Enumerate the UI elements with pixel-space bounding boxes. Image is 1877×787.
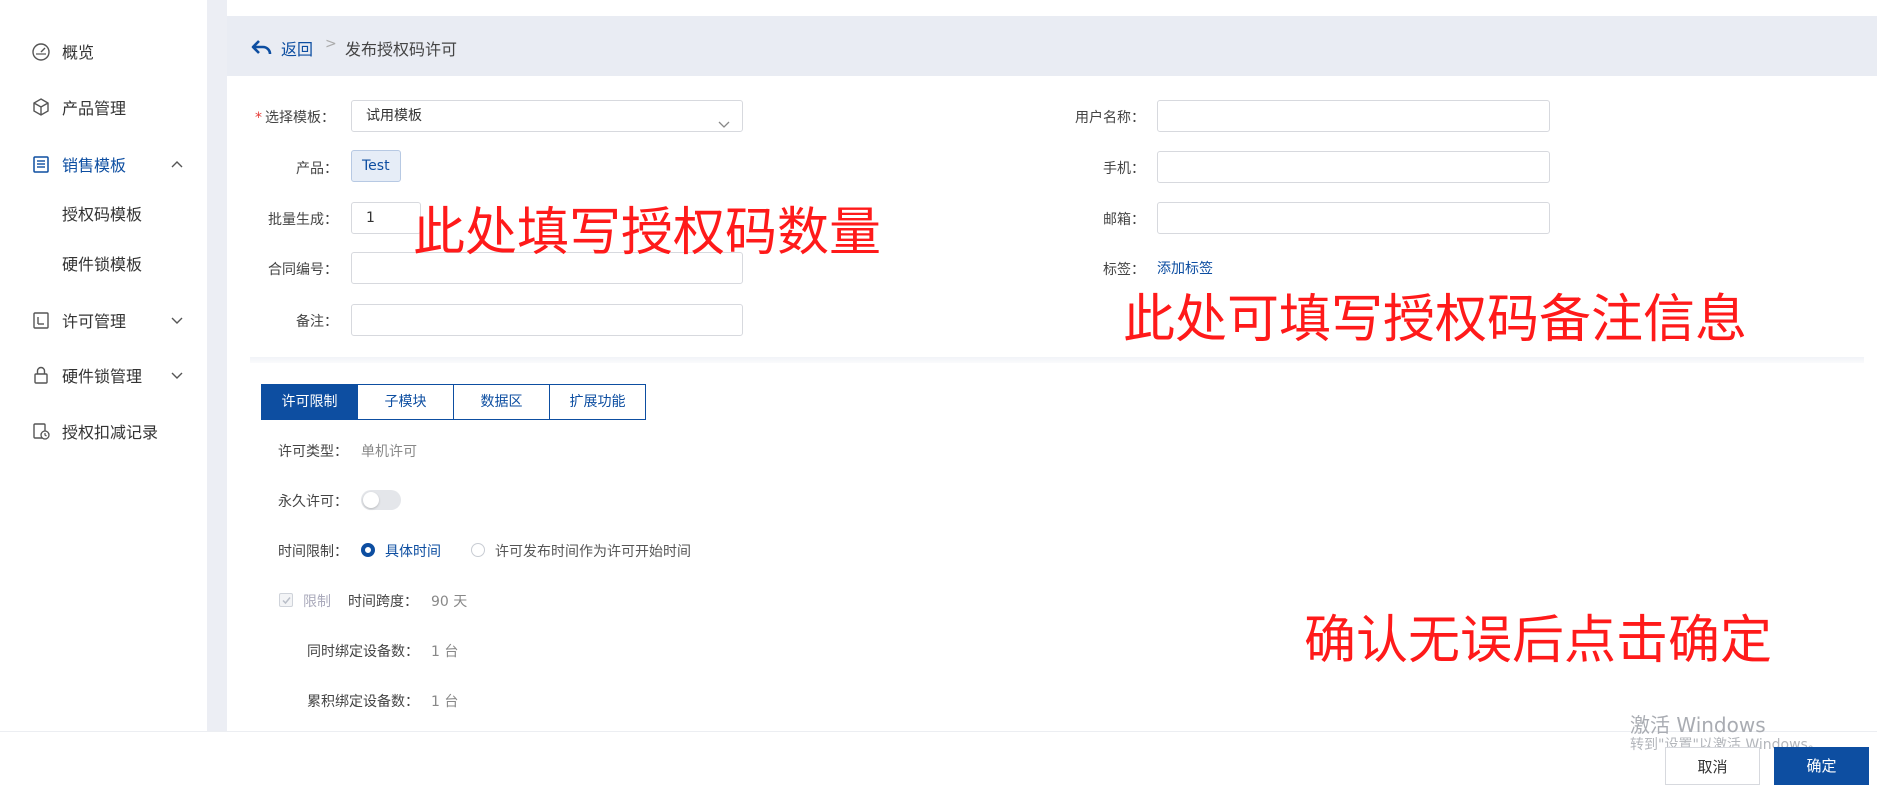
tab-submodules[interactable]: 子模块 xyxy=(357,384,454,420)
license-icon xyxy=(29,308,53,332)
contract-label: 合同编号： xyxy=(268,262,338,278)
section-divider xyxy=(250,357,1864,363)
remark-label: 备注： xyxy=(296,314,338,330)
lock-icon xyxy=(29,363,53,387)
phone-input[interactable] xyxy=(1157,151,1550,183)
annotation-remark: 此处可填写授权码备注信息 xyxy=(1123,290,1748,350)
concurrent-devices-value: 1 台 xyxy=(431,644,459,660)
annotation-quantity: 此处填写授权码数量 xyxy=(413,203,882,263)
sidebar-divider xyxy=(207,0,227,731)
limit-label: 限制 xyxy=(303,594,331,610)
product-tag: Test xyxy=(351,150,401,182)
chevron-up-icon xyxy=(170,157,184,171)
chevron-down-icon xyxy=(170,368,184,382)
sidebar-item-products[interactable]: 产品管理 xyxy=(0,87,207,127)
sidebar-item-label: 硬件锁管理 xyxy=(62,367,143,386)
sidebar-item-label: 概览 xyxy=(62,43,95,62)
username-input[interactable] xyxy=(1157,100,1550,132)
radio-specific-time[interactable] xyxy=(361,543,375,557)
permanent-label: 永久许可： xyxy=(278,494,348,510)
sidebar-item-label: 产品管理 xyxy=(62,99,127,118)
email-input[interactable] xyxy=(1157,202,1550,234)
sidebar-item-sales-templates[interactable]: 销售模板 xyxy=(0,144,207,184)
sidebar-subitem-license-code-template[interactable]: 授权码模板 xyxy=(62,200,142,230)
phone-label: 手机： xyxy=(1103,161,1145,177)
batch-quantity-input[interactable]: 1 xyxy=(351,202,421,234)
check-icon xyxy=(282,597,291,605)
template-icon xyxy=(29,152,53,176)
tab-license-limits[interactable]: 许可限制 xyxy=(261,384,358,420)
sidebar-subitem-hardware-lock-template[interactable]: 硬件锁模板 xyxy=(62,250,142,280)
limit-checkbox[interactable] xyxy=(279,593,293,607)
cancel-button[interactable]: 取消 xyxy=(1665,747,1760,785)
radio-publish-time-label: 许可发布时间作为许可开始时间 xyxy=(495,544,691,560)
sidebar-item-license-management[interactable]: 许可管理 xyxy=(0,300,207,340)
sidebar-item-label: 销售模板 xyxy=(62,156,127,175)
tab-extensions[interactable]: 扩展功能 xyxy=(549,384,646,420)
back-arrow-icon xyxy=(251,40,272,55)
template-select[interactable]: 试用模板 xyxy=(351,100,743,132)
sidebar-item-deduction-records[interactable]: 授权扣减记录 xyxy=(0,411,207,451)
template-label: * 选择模板： xyxy=(255,110,335,126)
remark-input[interactable] xyxy=(351,304,743,336)
product-label: 产品： xyxy=(296,161,338,177)
sidebar-item-label: 授权扣减记录 xyxy=(62,423,159,442)
sidebar-item-overview[interactable]: 概览 xyxy=(0,31,207,71)
chevron-down-icon xyxy=(170,313,184,327)
breadcrumb-separator: > xyxy=(325,36,337,52)
license-type-value: 单机许可 xyxy=(361,444,417,460)
sidebar-item-label: 许可管理 xyxy=(62,312,127,331)
permanent-toggle[interactable] xyxy=(361,490,401,510)
chevron-down-icon xyxy=(718,111,730,141)
sidebar: 概览 产品管理 销售模板 授权码模板 硬件锁模板 许可管理 硬件锁管理 授权扣减… xyxy=(0,0,207,731)
tags-label: 标签： xyxy=(1103,262,1145,278)
sidebar-item-hardware-lock-management[interactable]: 硬件锁管理 xyxy=(0,355,207,395)
tab-data-area[interactable]: 数据区 xyxy=(453,384,550,420)
cube-icon xyxy=(29,95,53,119)
template-select-value: 试用模板 xyxy=(366,108,422,124)
toggle-knob xyxy=(363,492,379,508)
time-span-value: 90 天 xyxy=(431,594,468,610)
page-title: 发布授权码许可 xyxy=(345,40,458,59)
radio-publish-time[interactable] xyxy=(471,543,485,557)
time-span-label: 时间跨度： xyxy=(348,594,418,610)
breadcrumb-bar: 返回 > 发布授权码许可 xyxy=(227,16,1877,76)
email-label: 邮箱： xyxy=(1103,212,1145,228)
time-limit-label: 时间限制： xyxy=(278,544,348,560)
concurrent-devices-label: 同时绑定设备数： xyxy=(307,644,419,660)
record-icon xyxy=(29,419,53,443)
back-label: 返回 xyxy=(281,40,314,59)
radio-specific-time-label: 具体时间 xyxy=(385,544,441,560)
ok-button[interactable]: 确定 xyxy=(1774,747,1869,785)
annotation-confirm: 确认无误后点击确定 xyxy=(1304,611,1773,671)
cumulative-devices-value: 1 台 xyxy=(431,694,459,710)
batch-label: 批量生成： xyxy=(268,212,338,228)
cumulative-devices-label: 累积绑定设备数： xyxy=(307,694,419,710)
footer-bar xyxy=(0,731,1877,787)
tab-bar: 许可限制 子模块 数据区 扩展功能 xyxy=(261,384,646,420)
username-label: 用户名称： xyxy=(1075,110,1145,126)
license-type-label: 许可类型： xyxy=(278,444,348,460)
back-button[interactable]: 返回 xyxy=(251,36,313,60)
dashboard-icon xyxy=(29,39,53,63)
add-tag-link[interactable]: 添加标签 xyxy=(1157,258,1213,278)
